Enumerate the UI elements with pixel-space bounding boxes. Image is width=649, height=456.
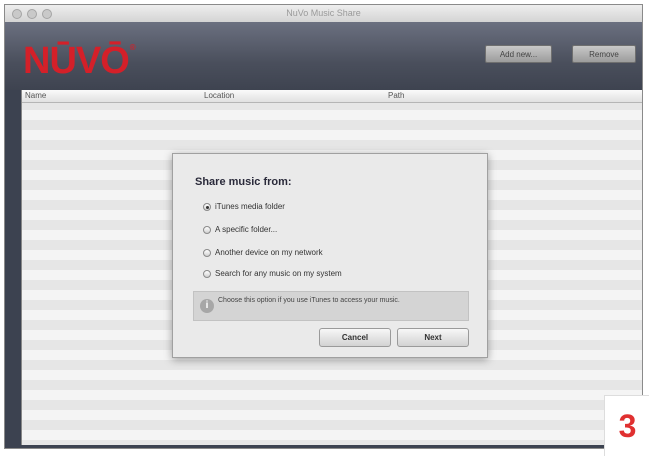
info-box: i Choose this option if you use iTunes t… — [193, 291, 469, 321]
option-specific-folder[interactable]: A specific folder... — [203, 225, 277, 234]
radio-icon[interactable] — [203, 269, 211, 278]
registered-mark-icon: ® — [129, 43, 136, 52]
column-name[interactable]: Name — [25, 91, 46, 100]
column-location[interactable]: Location — [204, 91, 234, 100]
cancel-button[interactable]: Cancel — [319, 328, 391, 347]
option-network-device[interactable]: Another device on my network — [203, 248, 323, 257]
title-bar[interactable]: NuVo Music Share — [5, 5, 642, 23]
list-header: Name Location Path — [22, 90, 642, 103]
radio-icon[interactable] — [203, 248, 211, 257]
radio-icon[interactable] — [203, 225, 211, 234]
option-label: Another device on my network — [215, 248, 323, 257]
nuvo-logo: NŪVŌ® — [23, 40, 136, 82]
info-text: Choose this option if you use iTunes to … — [218, 297, 400, 304]
dialog-title: Share music from: — [195, 176, 292, 188]
column-path[interactable]: Path — [388, 91, 404, 100]
option-label: A specific folder... — [215, 225, 278, 234]
option-label: Search for any music on my system — [215, 269, 342, 278]
share-music-dialog: Share music from: iTunes media folder A … — [172, 153, 488, 358]
step-number-badge: 3 — [604, 395, 649, 456]
app-header: NŪVŌ® Add new... Remove — [5, 22, 642, 90]
window-title: NuVo Music Share — [286, 8, 361, 18]
info-icon: i — [200, 299, 214, 313]
option-search-system[interactable]: Search for any music on my system — [203, 269, 342, 278]
option-itunes[interactable]: iTunes media folder — [203, 202, 285, 211]
remove-button[interactable]: Remove — [572, 45, 636, 63]
add-new-button[interactable]: Add new... — [485, 45, 552, 63]
logo-text: NŪVŌ — [23, 40, 130, 82]
radio-selected-icon[interactable] — [203, 202, 211, 211]
next-button[interactable]: Next — [397, 328, 469, 347]
option-label: iTunes media folder — [215, 202, 285, 211]
